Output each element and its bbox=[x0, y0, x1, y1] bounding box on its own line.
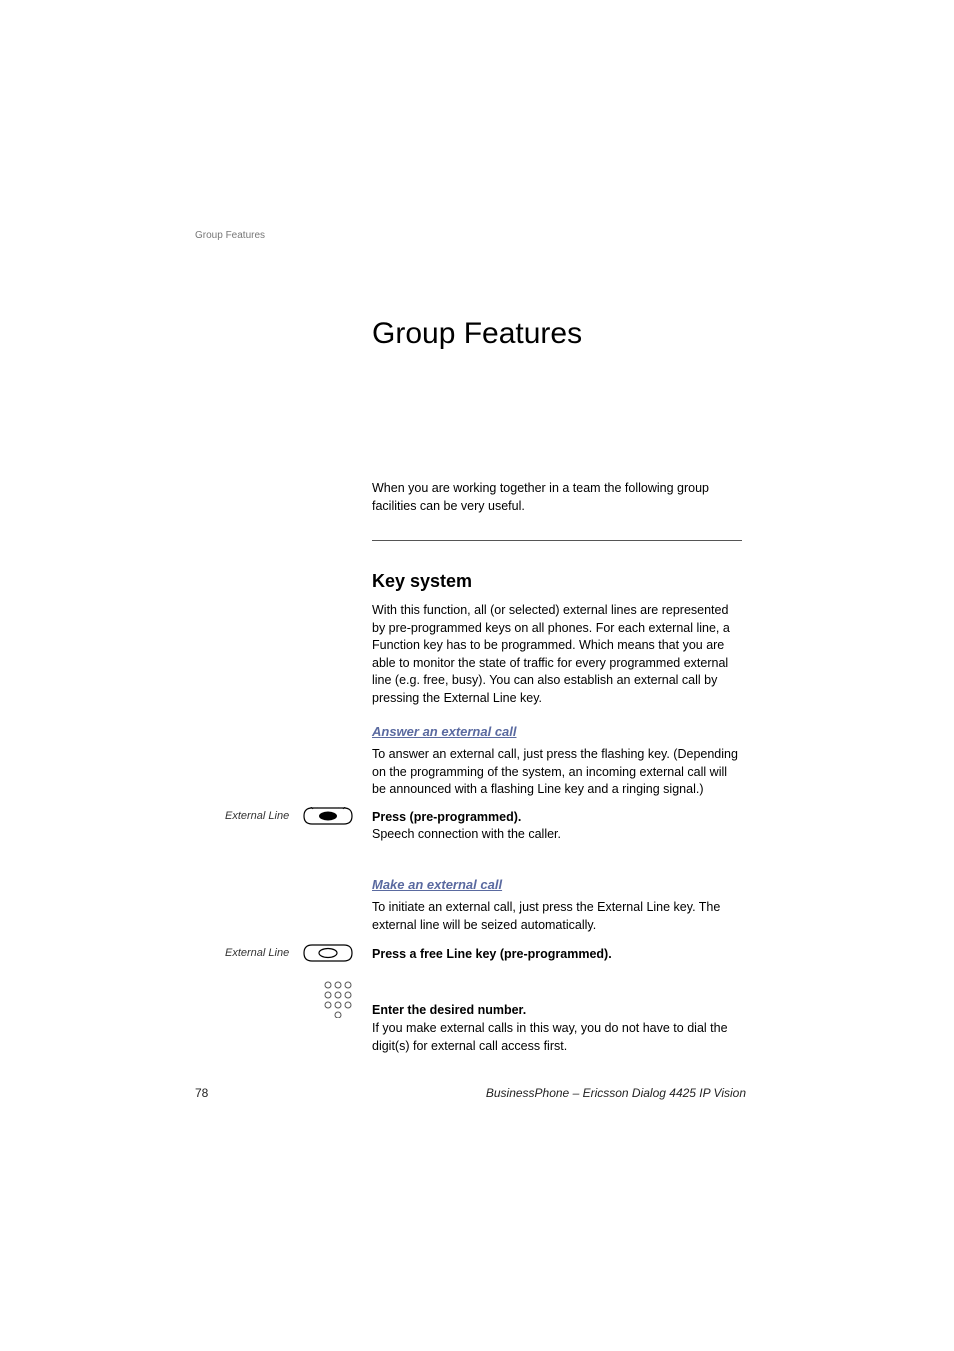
external-line-label-2: External Line bbox=[225, 947, 289, 959]
external-line-label-1: External Line bbox=[225, 810, 289, 822]
subheading-make-external-call[interactable]: Make an external call bbox=[372, 877, 502, 892]
press-pre-programmed-1: Press (pre-programmed). bbox=[372, 810, 521, 824]
subheading-answer-external-call[interactable]: Answer an external call bbox=[372, 724, 517, 739]
press-free-line-key: Press a free Line key (pre-programmed). bbox=[372, 947, 612, 961]
footer-product-name: BusinessPhone – Ericsson Dialog 4425 IP … bbox=[486, 1086, 746, 1100]
keypad-icon bbox=[323, 980, 353, 1018]
press-pre-programmed-1-body: Speech connection with the caller. bbox=[372, 827, 742, 841]
section-heading-key-system: Key system bbox=[372, 571, 472, 592]
intro-text: When you are working together in a team … bbox=[372, 480, 742, 515]
enter-desired-number-body: If you make external calls in this way, … bbox=[372, 1020, 742, 1055]
horizontal-rule bbox=[372, 540, 742, 541]
running-header: Group Features bbox=[195, 230, 265, 241]
subbody-make-external-call: To initiate an external call, just press… bbox=[372, 899, 742, 934]
section-body-key-system: With this function, all (or selected) ex… bbox=[372, 602, 742, 707]
line-key-flashing-icon bbox=[302, 807, 354, 825]
page-number: 78 bbox=[195, 1086, 208, 1100]
subbody-answer-external-call: To answer an external call, just press t… bbox=[372, 746, 742, 799]
page-title: Group Features bbox=[372, 317, 582, 351]
enter-desired-number: Enter the desired number. bbox=[372, 1003, 526, 1017]
line-key-icon bbox=[302, 944, 354, 962]
